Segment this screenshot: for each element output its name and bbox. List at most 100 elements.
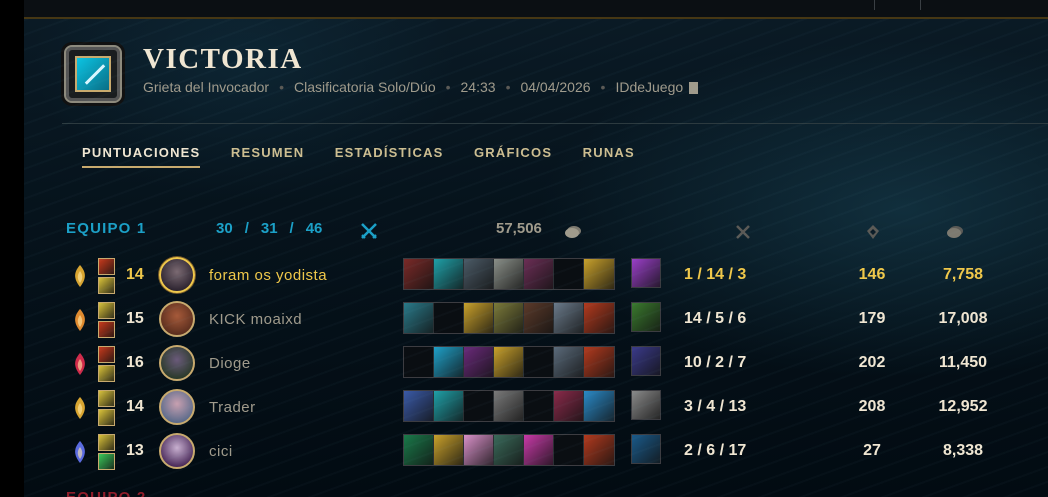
keystone-rune-icon[interactable]	[70, 396, 90, 420]
item-slot[interactable]	[554, 347, 584, 377]
item-slot[interactable]	[524, 435, 554, 465]
item-slot[interactable]	[434, 435, 464, 465]
item-slot[interactable]	[494, 303, 524, 333]
item-slot[interactable]	[494, 347, 524, 377]
summoner-spell-icon[interactable]	[98, 390, 115, 407]
result-title: VICTORIA	[143, 43, 303, 75]
item-slot[interactable]	[584, 303, 614, 333]
summoner-spell-icon[interactable]	[98, 277, 115, 294]
summoner-spell-icon[interactable]	[98, 302, 115, 319]
summoner-spell-icon[interactable]	[98, 434, 115, 451]
item-slot[interactable]	[494, 435, 524, 465]
crossed-swords-icon	[361, 223, 377, 239]
victory-emblem-icon	[64, 45, 122, 103]
header-divider	[62, 123, 1048, 124]
item-slot[interactable]	[434, 391, 464, 421]
item-slot[interactable]	[464, 303, 494, 333]
summoner-spell-icon[interactable]	[98, 321, 115, 338]
player-row[interactable]: 14 Trader 3 / 4 / 13 208 12,952	[24, 389, 1048, 429]
copy-icon[interactable]	[689, 82, 699, 94]
team1-gold: 57,506	[496, 220, 542, 237]
champion-portrait[interactable]	[159, 345, 195, 381]
item-slot[interactable]	[434, 347, 464, 377]
match-meta: Grieta del Invocador • Clasificatoria Solo…	[143, 79, 699, 95]
player-cs: 27	[863, 442, 881, 459]
player-name[interactable]: Trader	[209, 399, 256, 416]
item-slot[interactable]	[554, 435, 584, 465]
item-slot[interactable]	[464, 347, 494, 377]
champion-level: 14	[126, 266, 144, 283]
trinket-slot[interactable]	[631, 302, 661, 332]
summoner-spell-icon[interactable]	[98, 409, 115, 426]
trinket-slot[interactable]	[631, 390, 661, 420]
gold-coin-icon	[947, 226, 963, 238]
item-slot[interactable]	[404, 303, 434, 333]
item-slot[interactable]	[404, 259, 434, 289]
player-gold: 7,758	[942, 266, 984, 283]
champion-level: 15	[126, 310, 144, 327]
summoner-spell-icon[interactable]	[98, 365, 115, 382]
tab-graficos[interactable]: GRÁFICOS	[474, 145, 552, 166]
player-row[interactable]: 14 foram os yodista 1 / 14 / 3 146 7,758	[24, 257, 1048, 297]
item-slot[interactable]	[584, 347, 614, 377]
tab-estadisticas[interactable]: ESTADÍSTICAS	[335, 145, 444, 166]
champion-portrait[interactable]	[159, 301, 195, 337]
item-slot[interactable]	[554, 391, 584, 421]
keystone-rune-icon[interactable]	[70, 440, 90, 464]
item-slot[interactable]	[434, 259, 464, 289]
player-cs: 146	[858, 266, 886, 283]
item-slot[interactable]	[464, 259, 494, 289]
keystone-rune-icon[interactable]	[70, 352, 90, 376]
item-slot[interactable]	[494, 259, 524, 289]
champion-portrait[interactable]	[159, 433, 195, 469]
map-name: Grieta del Invocador	[143, 79, 270, 95]
champion-portrait[interactable]	[159, 389, 195, 425]
summoner-spell-icon[interactable]	[98, 453, 115, 470]
player-name[interactable]: Dioge	[209, 355, 251, 372]
summoner-spells	[98, 434, 116, 472]
team1-assists: 46	[305, 220, 323, 237]
item-slot[interactable]	[404, 435, 434, 465]
summoner-spell-icon[interactable]	[98, 258, 115, 275]
item-slot[interactable]	[584, 435, 614, 465]
player-gold: 12,952	[938, 398, 988, 415]
summoner-spells	[98, 302, 116, 340]
item-slot[interactable]	[464, 391, 494, 421]
tab-resumen[interactable]: RESUMEN	[231, 145, 304, 166]
trinket-slot[interactable]	[631, 346, 661, 376]
player-row[interactable]: 13 cici 2 / 6 / 17 27 8,338	[24, 433, 1048, 473]
match-date: 04/04/2026	[520, 79, 591, 95]
item-slot[interactable]	[404, 391, 434, 421]
player-row[interactable]: 15 KICK moaixd 14 / 5 / 6 179 17,008	[24, 301, 1048, 341]
champion-portrait[interactable]	[159, 257, 195, 293]
player-name[interactable]: foram os yodista	[209, 267, 327, 284]
player-name[interactable]: cici	[209, 443, 233, 460]
player-gold: 17,008	[938, 310, 988, 327]
trinket-slot[interactable]	[631, 258, 661, 288]
keystone-rune-icon[interactable]	[70, 264, 90, 288]
trinket-slot[interactable]	[631, 434, 661, 464]
item-slot[interactable]	[524, 259, 554, 289]
item-build	[403, 302, 615, 334]
item-slot[interactable]	[524, 303, 554, 333]
item-slot[interactable]	[464, 435, 494, 465]
item-slot[interactable]	[524, 347, 554, 377]
champion-level: 14	[126, 398, 144, 415]
team1-kda: 30/31/46	[216, 220, 323, 237]
item-slot[interactable]	[404, 347, 434, 377]
tab-runas[interactable]: RUNAS	[583, 145, 635, 166]
item-slot[interactable]	[434, 303, 464, 333]
item-slot[interactable]	[524, 391, 554, 421]
player-gold: 8,338	[942, 442, 984, 459]
player-name[interactable]: KICK moaixd	[209, 311, 302, 328]
item-slot[interactable]	[584, 391, 614, 421]
tab-puntuaciones[interactable]: PUNTUACIONES	[82, 145, 201, 168]
item-slot[interactable]	[584, 259, 614, 289]
item-slot[interactable]	[494, 391, 524, 421]
item-slot[interactable]	[554, 259, 584, 289]
player-row[interactable]: 16 Dioge 10 / 2 / 7 202 11,450	[24, 345, 1048, 385]
item-slot[interactable]	[554, 303, 584, 333]
keystone-rune-icon[interactable]	[70, 308, 90, 332]
summoner-spell-icon[interactable]	[98, 346, 115, 363]
left-edge-bar	[0, 0, 24, 497]
